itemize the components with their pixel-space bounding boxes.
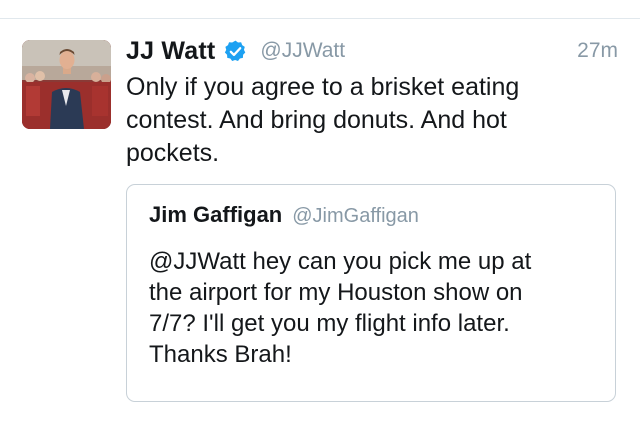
tweet-text-line: Only if you agree to a brisket eating (126, 73, 520, 101)
quoted-text-line: 7/7? I'll get you my flight info later. (149, 310, 510, 337)
quoted-tweet-header: Jim Gaffigan @JimGaffigan (149, 202, 419, 228)
tweet-text-line: pockets. (126, 139, 220, 167)
tweet-text: Only if you agree to a brisket eating con… (126, 71, 596, 170)
quoted-text-line: the airport for my Houston show on (149, 279, 523, 306)
tweet-timestamp[interactable]: 27m (577, 39, 618, 63)
user-photo-avatar-icon (22, 40, 111, 129)
tweet-text-line: contest. And bring donuts. And hot (126, 106, 507, 134)
avatar[interactable] (22, 40, 111, 129)
quoted-text-line: @JJWatt hey can you pick me up at (149, 248, 532, 275)
tweet-view: JJ Watt @JJWatt 27m Only if you agree to… (0, 0, 640, 425)
quoted-author-name: Jim Gaffigan (149, 202, 283, 227)
quoted-text-line: Thanks Brah! (149, 341, 292, 368)
quoted-tweet-text: @JJWatt hey can you pick me up at the air… (149, 246, 604, 370)
author-name[interactable]: JJ Watt (126, 37, 215, 66)
author-handle[interactable]: @JJWatt (260, 39, 345, 63)
verified-badge-icon (223, 39, 248, 64)
tweet-header: JJ Watt @JJWatt 27m (126, 34, 618, 68)
divider (0, 18, 640, 19)
quoted-tweet-card[interactable]: Jim Gaffigan @JimGaffigan @JJWatt hey ca… (126, 184, 616, 402)
quoted-author-handle: @JimGaffigan (292, 205, 419, 227)
